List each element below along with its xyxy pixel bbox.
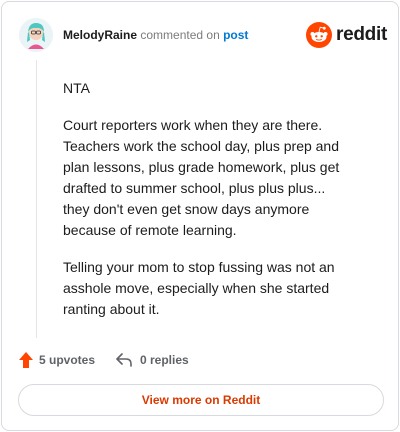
replies-button[interactable]: 0 replies [116,350,189,370]
byline-action: commented on [140,28,220,42]
post-link[interactable]: post [223,28,248,42]
comment-body: NTA Court reporters work when they are t… [63,78,353,336]
view-more-button[interactable]: View more on Reddit [18,384,384,416]
byline: MelodyRaine commented on post [63,28,248,42]
reddit-wordmark: reddit [336,24,387,45]
comment-paragraph: NTA [63,80,90,96]
upvote-arrow-icon [19,352,33,368]
embed-card: MelodyRaine commented on post reddit NTA… [1,1,399,431]
username[interactable]: MelodyRaine [63,28,137,42]
comment-header: MelodyRaine commented on post reddit [19,18,387,52]
reply-count: 0 replies [140,353,189,367]
reddit-brand[interactable]: reddit [306,22,387,48]
comment-paragraph: Telling your mom to stop fussing was not… [63,259,335,317]
reply-arrow-icon [116,353,132,367]
upvote-button[interactable]: 5 upvotes [19,350,95,370]
comment-actions: 5 upvotes 0 replies [19,350,382,370]
avatar[interactable] [19,18,53,52]
upvote-count: 5 upvotes [39,353,96,367]
thread-line [36,60,37,338]
reddit-logo-icon [306,22,332,48]
comment-paragraph: Court reporters work when they are there… [63,117,340,238]
